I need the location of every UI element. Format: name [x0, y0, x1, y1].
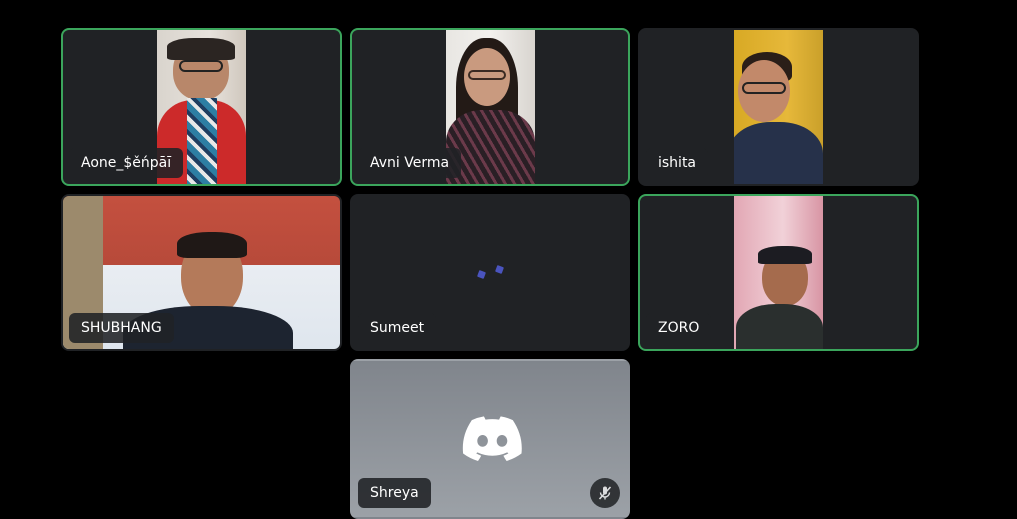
mic-muted-icon — [590, 478, 620, 508]
discord-logo-icon — [462, 416, 522, 461]
video-feed — [734, 30, 823, 184]
loading-dots-icon — [470, 263, 510, 283]
participant-name: Sumeet — [358, 313, 437, 343]
participant-tile-avni-verma[interactable]: Avni Verma — [350, 28, 630, 186]
participant-name: SHUBHANG — [69, 313, 174, 343]
participant-tile-shubhang[interactable]: SHUBHANG — [61, 194, 342, 351]
participant-name: ishita — [646, 148, 709, 178]
participant-name: Avni Verma — [358, 148, 462, 178]
participant-name: Aone_$ěńpāī — [69, 148, 184, 178]
video-feed — [734, 196, 823, 349]
participant-tile-shreya[interactable]: Shreya — [350, 359, 630, 519]
participant-tile-aone[interactable]: Aone_$ěńpāī — [61, 28, 342, 186]
participant-tile-sumeet[interactable]: Sumeet — [350, 194, 630, 351]
participant-tile-zoro[interactable]: ZORO — [638, 194, 919, 351]
participant-tile-ishita[interactable]: ishita — [638, 28, 919, 186]
participant-name: ZORO — [646, 313, 712, 343]
participant-name: Shreya — [358, 478, 431, 508]
